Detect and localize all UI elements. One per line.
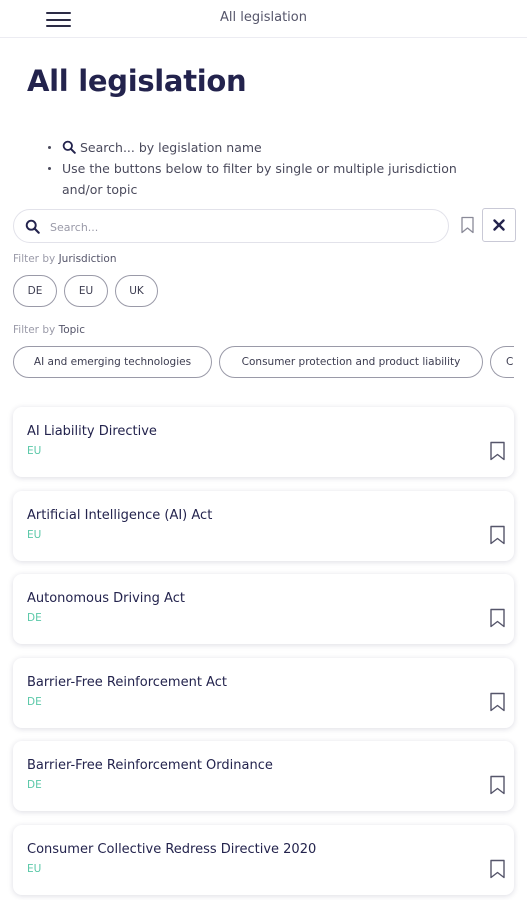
help-text-filter: Use the buttons below to filter by singl… (62, 161, 457, 197)
bookmark-icon[interactable] (489, 859, 506, 879)
search-field[interactable] (13, 209, 449, 243)
chip-topic-ai[interactable]: AI and emerging technologies (13, 346, 212, 378)
topic-filter-label: Filter by Topic (13, 324, 85, 336)
legislation-title: Artificial Intelligence (AI) Act (27, 508, 213, 523)
clear-filters-button[interactable] (482, 208, 516, 242)
bookmark-icon[interactable] (489, 441, 506, 461)
bookmark-icon[interactable] (489, 775, 506, 795)
legislation-card[interactable]: Barrier-Free Reinforcement Act DE (13, 658, 514, 728)
jurisdiction-tag: DE (27, 612, 42, 624)
help-instructions: Search... by legislation name Use the bu… (46, 137, 476, 200)
help-item-filter: Use the buttons below to filter by singl… (46, 158, 476, 200)
legislation-card[interactable]: AI Liability Directive EU (13, 407, 514, 477)
legislation-card[interactable]: Consumer Collective Redress Directive 20… (13, 825, 514, 895)
jurisdiction-tag: EU (27, 863, 42, 875)
legislation-title: Barrier-Free Reinforcement Act (27, 675, 227, 690)
help-item-search: Search... by legislation name (46, 137, 476, 158)
legislation-title: Consumer Collective Redress Directive 20… (27, 842, 317, 857)
help-text-search: Search... by legislation name (80, 140, 262, 155)
page-title: All legislation (27, 64, 247, 98)
filter-category: Jurisdiction (58, 253, 117, 265)
legislation-title: Autonomous Driving Act (27, 591, 185, 606)
legislation-card[interactable]: Artificial Intelligence (AI) Act EU (13, 491, 514, 561)
chip-topic-consumer-protection[interactable]: Consumer protection and product liabilit… (219, 346, 483, 378)
chip-jurisdiction-uk[interactable]: UK (115, 275, 158, 307)
bookmark-icon[interactable] (489, 608, 506, 628)
bookmark-icon[interactable] (489, 692, 506, 712)
jurisdiction-tag: DE (27, 779, 42, 791)
jurisdiction-tag: EU (27, 445, 42, 457)
filter-prefix: Filter by (13, 253, 56, 265)
filter-category: Topic (58, 324, 85, 336)
bookmark-filter-icon[interactable] (460, 216, 475, 234)
chip-jurisdiction-de[interactable]: DE (13, 275, 57, 307)
search-icon (25, 219, 40, 234)
legislation-card[interactable]: Autonomous Driving Act DE (13, 574, 514, 644)
jurisdiction-tag: DE (27, 696, 42, 708)
chip-jurisdiction-eu[interactable]: EU (64, 275, 108, 307)
jurisdiction-tag: EU (27, 529, 42, 541)
close-icon (493, 219, 505, 231)
top-app-bar: All legislation (0, 0, 527, 38)
legislation-card[interactable]: Barrier-Free Reinforcement Ordinance DE (13, 741, 514, 811)
filter-prefix: Filter by (13, 324, 56, 336)
search-input[interactable] (50, 217, 430, 237)
chip-topic-more[interactable]: C (490, 346, 514, 378)
search-icon (62, 140, 76, 154)
app-bar-title: All legislation (220, 10, 307, 25)
bookmark-icon[interactable] (489, 525, 506, 545)
legislation-title: Barrier-Free Reinforcement Ordinance (27, 758, 273, 773)
legislation-title: AI Liability Directive (27, 424, 157, 439)
jurisdiction-filter-label: Filter by Jurisdiction (13, 253, 117, 265)
